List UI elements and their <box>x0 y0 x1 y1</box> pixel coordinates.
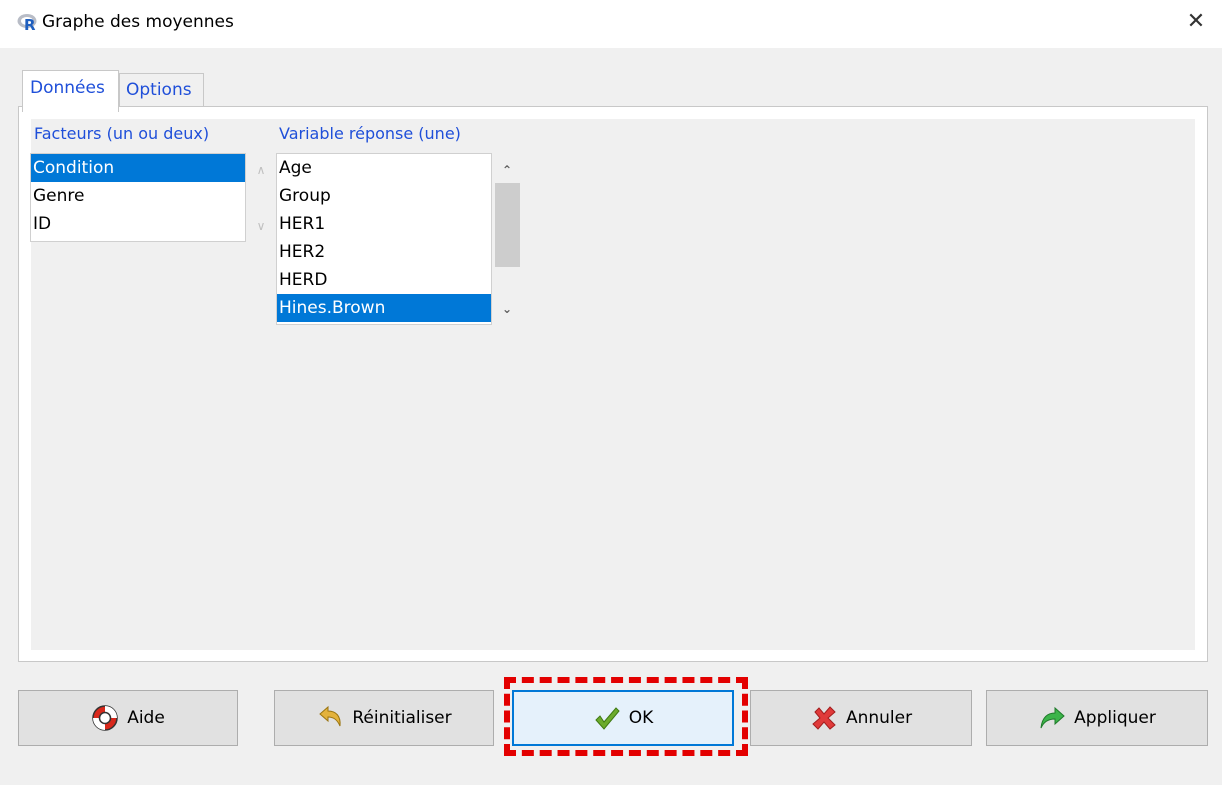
help-button[interactable]: Aide <box>18 690 238 746</box>
title-bar: R Graphe des moyennes ✕ <box>0 0 1222 48</box>
ok-button[interactable]: OK <box>512 690 734 746</box>
window-title: Graphe des moyennes <box>42 12 234 32</box>
ok-button-label: OK <box>628 708 654 728</box>
response-listbox[interactable]: Age Group HER1 HER2 HERD Hines.Brown <box>276 153 492 325</box>
list-item[interactable]: Genre <box>31 182 245 210</box>
reset-button[interactable]: Réinitialiser <box>274 690 494 746</box>
help-button-label: Aide <box>127 708 165 728</box>
list-item[interactable]: Group <box>277 182 491 210</box>
response-scrollbar-thumb[interactable] <box>495 183 520 267</box>
list-item[interactable]: Hines.Brown <box>277 294 491 322</box>
reset-button-label: Réinitialiser <box>352 708 452 728</box>
list-item[interactable]: HERD <box>277 266 491 294</box>
factors-label: Facteurs (un ou deux) <box>34 124 210 143</box>
response-scroll-up-icon[interactable]: ⌃ <box>498 161 516 179</box>
apply-button[interactable]: Appliquer <box>986 690 1208 746</box>
response-scroll-down-icon[interactable]: ⌄ <box>498 300 516 318</box>
cancel-button[interactable]: Annuler <box>750 690 972 746</box>
lifebuoy-icon <box>92 705 118 731</box>
checkmark-icon <box>595 707 620 730</box>
factors-listbox[interactable]: Condition Genre ID <box>30 153 246 242</box>
list-item[interactable]: Condition <box>31 154 245 182</box>
tab-donnees[interactable]: Données <box>22 70 119 112</box>
green-arrow-icon <box>1040 706 1065 729</box>
list-item[interactable]: HER1 <box>277 210 491 238</box>
r-logo-icon: R <box>17 14 37 32</box>
svg-text:R: R <box>24 16 36 32</box>
list-item[interactable]: HER2 <box>277 238 491 266</box>
red-x-icon <box>812 706 836 730</box>
tab-options[interactable]: Options <box>119 73 204 107</box>
factors-scroll-up-icon: ∧ <box>256 163 266 177</box>
undo-arrow-icon <box>319 705 341 727</box>
list-item[interactable]: Age <box>277 154 491 182</box>
apply-button-label: Appliquer <box>1074 708 1156 728</box>
cancel-button-label: Annuler <box>845 708 913 728</box>
factors-scroll-down-icon: ∨ <box>256 219 266 233</box>
close-icon[interactable]: ✕ <box>1184 10 1208 34</box>
response-label: Variable réponse (une) <box>279 124 461 143</box>
list-item[interactable]: ID <box>31 210 245 238</box>
